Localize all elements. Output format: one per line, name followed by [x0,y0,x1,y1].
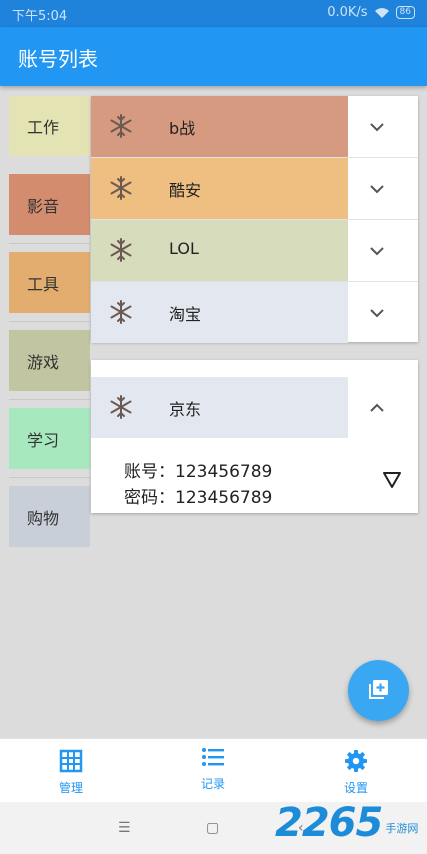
account-name: 淘宝 [169,305,202,324]
category-shopping[interactable]: 购物 [9,486,90,547]
category-tools[interactable]: 工具 [9,252,90,313]
snowflake-icon [110,300,132,324]
snowflake-icon [110,176,132,200]
category-label: 影音 [27,196,60,216]
library-add-icon [369,680,388,699]
category-work[interactable]: 工作 [9,96,90,156]
status-time: 下午5:04 [12,9,68,24]
category-divider [9,243,90,244]
add-account-fab[interactable] [348,660,409,721]
wifi-icon [374,7,389,18]
account-row-taobao[interactable]: 淘宝 [91,282,418,343]
nav-label: 管理 [58,781,83,795]
category-games[interactable]: 游戏 [9,330,90,391]
account-list-card: b战 酷安 LOL 淘宝 [91,96,418,343]
category-label: 游戏 [27,352,60,372]
category-label: 学习 [27,430,60,450]
net-speed: 0.0K/s [327,5,368,20]
status-bar: 下午5:04 0.0K/s 86 [0,0,427,27]
account-row-coolapk[interactable]: 酷安 [91,158,418,219]
account-row-bilibili[interactable]: b战 [91,96,418,157]
watermark-number: 2265 [275,800,383,846]
account-name: 京东 [169,400,202,419]
category-divider [9,477,90,478]
account-row-lol[interactable]: LOL [91,220,418,281]
category-media[interactable]: 影音 [9,174,90,235]
nav-item-manage[interactable]: 管理 [0,739,142,803]
category-study[interactable]: 学习 [9,408,90,469]
account-name: 酷安 [169,181,202,200]
watermark-logo: 2265 手游网 [275,800,418,846]
category-label: 工作 [27,118,60,137]
watermark-text: 手游网 [385,822,419,835]
snowflake-icon [110,238,132,262]
home-icon[interactable]: ▢ [206,820,219,836]
account-row-jd[interactable]: 京东 [91,377,418,438]
list-icon [202,748,224,766]
snowflake-icon [110,114,132,138]
category-divider [9,321,90,322]
account-name: LOL [169,239,199,258]
bottom-nav: 管理 记录 设置 [0,738,427,802]
gear-icon [345,750,367,772]
chevron-down-icon[interactable] [368,242,386,260]
battery-icon: 86 [395,6,415,19]
category-label: 购物 [27,508,60,528]
nav-item-records[interactable]: 记录 [142,739,284,803]
expanded-account-card: 京东 账号：123456789 密码：123456789 [91,360,418,513]
chevron-down-icon[interactable] [368,118,386,136]
snowflake-icon [110,395,132,419]
account-id-text: 账号：123456789 [124,462,273,482]
app-bar: 账号列表 [0,27,427,86]
nav-label: 设置 [343,781,368,795]
category-label: 工具 [27,274,60,294]
menu-icon[interactable]: ☰ [118,820,131,836]
page-title: 账号列表 [18,47,98,71]
account-password-text: 密码：123456789 [124,488,273,508]
grid-icon [59,749,83,773]
triangle-down-icon[interactable] [382,471,402,489]
account-name: b战 [169,119,196,138]
chevron-up-icon[interactable] [368,399,386,417]
nav-label: 记录 [200,777,225,791]
chevron-down-icon[interactable] [368,180,386,198]
chevron-down-icon[interactable] [368,304,386,322]
category-divider [9,399,90,400]
nav-item-settings[interactable]: 设置 [285,739,427,803]
